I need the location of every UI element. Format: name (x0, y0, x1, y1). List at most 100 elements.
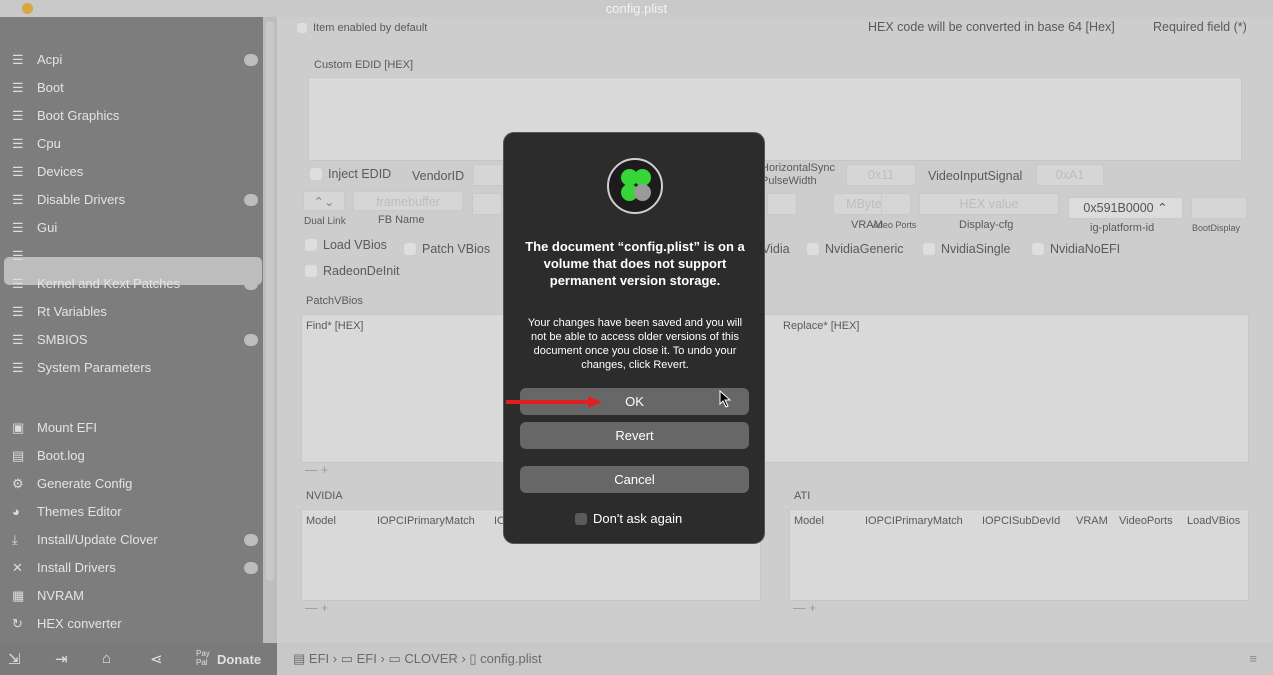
donate-button[interactable]: Donate (217, 652, 261, 667)
patch-add-remove-buttons[interactable]: — + (305, 463, 328, 477)
dont-ask-checkbox[interactable]: Don't ask again (575, 511, 682, 526)
sidebar-tool[interactable]: ✕ Install Drivers (12, 557, 262, 579)
ati-col-model: Model (794, 515, 824, 527)
fb-field[interactable] (472, 193, 502, 215)
sidebar-item[interactable]: ☰ Boot (12, 77, 262, 99)
fb-name-label: FB Name (378, 214, 425, 226)
export-icon[interactable]: ⇥ (55, 650, 68, 668)
import-icon[interactable]: ⇲ (8, 650, 21, 668)
sidebar-item[interactable]: ☰ System Parameters (12, 357, 262, 379)
sidebar-tool[interactable]: ▣ Mount EFI (12, 417, 262, 439)
sidebar-item[interactable]: ☰ SMBIOS (12, 329, 262, 351)
sidebar-tool-label: Boot.log (37, 448, 85, 463)
paypal-icon: Pay Pal (196, 649, 210, 667)
video-input-label: VideoInputSignal (928, 169, 1023, 183)
sidebar-tool-label: Install Drivers (37, 560, 116, 575)
dual-link-stepper[interactable]: ⌃⌄ (303, 191, 345, 211)
sidebar-item[interactable]: ☰ Kernel and Kext Patches (12, 273, 262, 295)
revert-button[interactable]: Revert (520, 422, 749, 449)
main-panel: Item enabled by default HEX code will be… (277, 17, 1273, 643)
item-enabled-checkbox[interactable]: Item enabled by default (297, 22, 427, 34)
alert-title: The document “config.plist” is on a volu… (525, 239, 745, 288)
sidebar-item-label: System Parameters (37, 360, 152, 375)
list-icon: ☰ (12, 360, 24, 375)
sidebar-tool[interactable]: ⤓ Install/Update Clover (12, 529, 262, 551)
sidebar-tool-label: Generate Config (37, 476, 133, 491)
sidebar-item[interactable]: ☰ Cpu (12, 133, 262, 155)
custom-edid-input[interactable] (308, 77, 1242, 161)
nvidia-noefi-checkbox[interactable]: NvidiaNoEFI (1032, 242, 1120, 256)
hex-note: HEX code will be converted in base 64 [H… (868, 20, 1115, 34)
nvidia-generic-checkbox[interactable]: NvidiaGeneric (807, 242, 904, 256)
list-icon: ☰ (12, 108, 24, 123)
sidebar-item-label: Acpi (37, 52, 63, 67)
ati-col-subdevid: IOPCISubDevId (982, 515, 1061, 527)
dual-link-label: Dual Link (304, 216, 346, 227)
sidebar-tool[interactable]: ▦ NVRAM (12, 585, 262, 607)
sidebar-item-label: Cpu (37, 136, 61, 151)
path-bar: ▤ EFI › ▭ EFI › ▭ CLOVER › ▯ config.plis… (277, 643, 1273, 675)
title-bar: config.plist (0, 0, 1273, 17)
field-hidden[interactable] (767, 193, 797, 215)
boot-display-input[interactable] (1191, 197, 1247, 219)
ati-col-vram: VRAM (1076, 515, 1108, 527)
nvidia-col-primary-match: IOPCIPrimaryMatch (377, 515, 475, 527)
list-icon: ☰ (12, 220, 24, 235)
sidebar-tool[interactable]: ⚙ Generate Config (12, 473, 262, 495)
window-close-button[interactable] (22, 3, 33, 14)
home-icon[interactable]: ⌂ (102, 650, 111, 667)
video-input-field[interactable]: 0xA1 (1036, 164, 1104, 186)
patch-vbios-table[interactable]: Find* [HEX] Replace* [HEX] (301, 314, 1249, 463)
badge-icon (244, 54, 258, 66)
ati-add-remove-buttons[interactable]: — + (793, 601, 816, 615)
badge-icon (244, 562, 258, 574)
badge-icon (244, 278, 258, 290)
list-icon: ☰ (12, 248, 24, 263)
video-ports-input[interactable] (881, 193, 911, 215)
sidebar-item[interactable]: ☰ Acpi (12, 49, 262, 71)
menu-icon[interactable]: ≡ (1249, 643, 1257, 675)
sidebar-tool-label: Themes Editor (37, 504, 122, 519)
sidebar-item[interactable]: ☰ Rt Variables (12, 301, 262, 323)
vendor-id-input[interactable] (473, 164, 503, 186)
nvidia-add-remove-buttons[interactable]: — + (305, 601, 328, 615)
path-clover-folder[interactable]: CLOVER (404, 651, 457, 666)
boot-display-label: BootDisplay (1192, 223, 1241, 233)
ati-table[interactable]: Model IOPCIPrimaryMatch IOPCISubDevId VR… (789, 509, 1249, 601)
tools-icon: ✕ (12, 560, 23, 575)
share-icon[interactable]: ⋖ (150, 650, 163, 668)
inject-edid-checkbox[interactable]: Inject EDID (310, 167, 391, 181)
load-vbios-checkbox[interactable]: Load VBios (305, 238, 387, 252)
radeon-deinit-checkbox[interactable]: RadeonDeInit (305, 264, 399, 278)
alert-message: Your changes have been saved and you wil… (527, 317, 743, 371)
sidebar-tool[interactable]: ◕ Themes Editor (12, 501, 262, 523)
path-config-file[interactable]: config.plist (480, 651, 541, 666)
sidebar-item[interactable]: ☰ (12, 245, 262, 267)
download-icon: ⤓ (12, 532, 18, 547)
sidebar-item[interactable]: ☰ Devices (12, 161, 262, 183)
list-icon: ☰ (12, 304, 24, 319)
nvidia-single-checkbox[interactable]: NvidiaSingle (923, 242, 1010, 256)
scroll-thumb[interactable] (266, 21, 274, 581)
sidebar-tool[interactable]: ↻ HEX converter (12, 613, 262, 635)
mouse-cursor-icon (719, 390, 731, 408)
sidebar-item[interactable]: ☰ Gui (12, 217, 262, 239)
sidebar-item[interactable]: ☰ Boot Graphics (12, 105, 262, 127)
ati-col-loadvbios: LoadVBios (1187, 515, 1241, 527)
hsync-input[interactable]: 0x11 (846, 164, 916, 186)
sidebar-item-label: Gui (37, 220, 58, 235)
path-efi-folder[interactable]: EFI (357, 651, 377, 666)
fb-name-combobox[interactable]: framebuffer (353, 191, 463, 211)
sidebar-tool[interactable]: ▤ Boot.log (12, 445, 262, 467)
cancel-button[interactable]: Cancel (520, 466, 749, 493)
path-efi-volume[interactable]: EFI (309, 651, 329, 666)
patch-vbios-checkbox[interactable]: Patch VBios (404, 242, 490, 256)
ig-platform-select[interactable]: 0x591B0000 ⌃ (1068, 197, 1183, 219)
sidebar-scrollbar[interactable] (263, 17, 277, 643)
refresh-icon: ↻ (12, 616, 23, 631)
vendor-id-label: VendorID (412, 169, 465, 183)
required-note: Required field (*) (1153, 20, 1247, 34)
window-title: config.plist (605, 1, 668, 16)
sidebar-item[interactable]: ☰ Disable Drivers (12, 189, 262, 211)
display-cfg-input[interactable]: HEX value (919, 193, 1059, 215)
